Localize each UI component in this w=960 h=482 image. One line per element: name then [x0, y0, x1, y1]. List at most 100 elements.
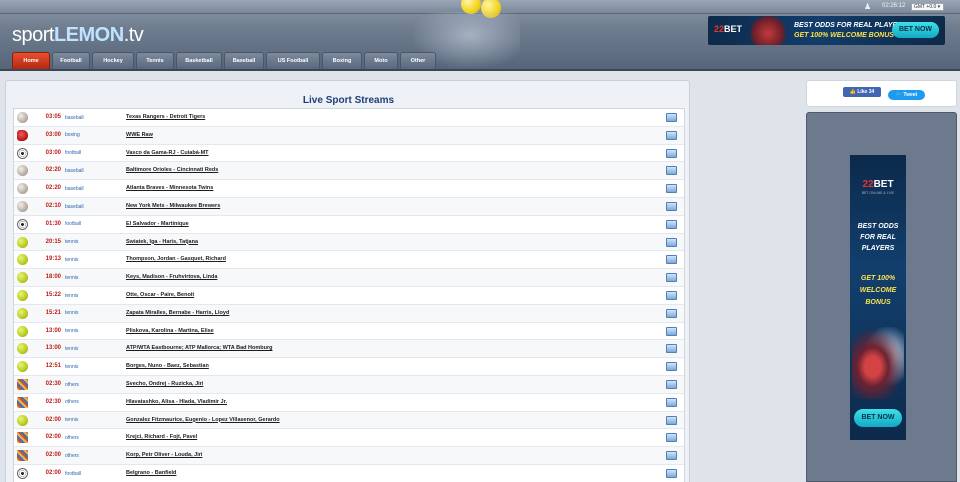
banner-bet-now-button[interactable]: BET NOW: [892, 22, 939, 38]
watch-stream-icon[interactable]: [666, 273, 677, 283]
stream-row[interactable]: 02:00 tennis Gonzalez Fitzmaurice, Eugenio…: [14, 411, 684, 430]
banner-logo-text: BET: [724, 24, 743, 34]
stream-event-link[interactable]: Borges, Nuno - Baez, Sebastian: [126, 363, 209, 369]
stream-event-link[interactable]: Texas Rangers - Detroit Tigers: [126, 114, 205, 120]
watch-stream-icon[interactable]: [666, 148, 677, 158]
stream-event-link[interactable]: Baltimore Orioles - Cincinnati Reds: [126, 167, 218, 173]
watch-stream-icon[interactable]: [666, 451, 677, 461]
watch-stream-icon[interactable]: [666, 433, 677, 443]
stream-time: 02:00: [45, 470, 61, 476]
watch-stream-icon[interactable]: [666, 184, 677, 194]
watch-stream-icon[interactable]: [666, 415, 677, 425]
stream-row[interactable]: 13:00 tennis ATP/WTA Eastbourne; ATP Mallo…: [14, 340, 684, 359]
stream-event-link[interactable]: Atlanta Braves - Minnesota Twins: [126, 185, 213, 191]
stream-row[interactable]: 03:00 boxing WWE Raw: [14, 126, 684, 145]
stream-list: 03:05 baseball Texas Rangers - Detroit Tig…: [13, 108, 685, 482]
stream-event-link[interactable]: Korp, Petr Oliver - Louda, Jiri: [126, 452, 202, 458]
stream-time: 02:00: [45, 452, 61, 459]
stream-event-link[interactable]: Thompson, Jordan - Gasquet, Richard: [126, 256, 226, 262]
stream-event-link[interactable]: Otte, Oscar - Paire, Benoit: [126, 292, 194, 298]
side-banner-bet-now-button[interactable]: BET NOW: [854, 409, 902, 427]
watch-stream-icon[interactable]: [666, 469, 677, 478]
stream-row[interactable]: 15:22 tennis Otte, Oscar - Paire, Benoit: [14, 287, 684, 305]
nav-tab-hockey[interactable]: Hockey: [92, 52, 134, 69]
stream-event-link[interactable]: Pliskova, Karolina - Martina, Elise: [126, 328, 214, 334]
stream-event-link[interactable]: Svecho, Ondrej - Ruzicka, Jiri: [126, 381, 203, 387]
watch-stream-icon[interactable]: [666, 202, 677, 211]
stream-time: 02:30: [45, 398, 61, 405]
watch-stream-icon[interactable]: [666, 344, 677, 354]
stream-row[interactable]: 12:51 tennis Borges, Nuno - Baez, Sebastia…: [14, 358, 684, 376]
watch-stream-icon[interactable]: [666, 113, 677, 122]
user-icon[interactable]: ♟: [864, 2, 872, 11]
watch-stream-icon[interactable]: [666, 362, 677, 372]
site-logo[interactable]: sportLEMON.tv: [12, 24, 144, 47]
stream-event-link[interactable]: Keys, Madison - Fruhvirtova, Linda: [126, 274, 217, 280]
watch-stream-icon[interactable]: [666, 255, 677, 265]
stream-time: 15:22: [45, 292, 61, 298]
facebook-like-button[interactable]: 👍 Like 34: [843, 87, 881, 97]
stream-event-link[interactable]: Swiatek, Iga - Haris, Tatjana: [126, 239, 198, 245]
nav-tab-home[interactable]: Home: [12, 52, 50, 69]
watch-stream-icon[interactable]: [666, 291, 677, 300]
stream-row[interactable]: 02:00 football Belgrano - Banfield: [14, 465, 684, 482]
tweet-button[interactable]: 🐦 Tweet: [888, 90, 925, 100]
ad-banner-side[interactable]: 22BET BET ONLINE & LIVE BEST ODDS FOR RE…: [850, 155, 906, 440]
nav-tab-moto[interactable]: Moto: [364, 52, 398, 69]
stream-row[interactable]: 02:30 others Svecho, Ondrej - Ruzicka, Jir…: [14, 376, 684, 394]
stream-event-link[interactable]: El Salvador - Martinique: [126, 221, 189, 227]
stream-row[interactable]: 02:00 others Krejci, Richard - Fojt, Pavel: [14, 429, 684, 448]
ad-banner-top[interactable]: 22BET BEST ODDS FOR REAL PLAYERS GET 100…: [708, 16, 945, 45]
watch-stream-icon[interactable]: [666, 380, 677, 389]
banner-logo: 22BET: [714, 24, 742, 34]
watch-stream-icon[interactable]: [666, 166, 677, 176]
stream-row[interactable]: 19:13 tennis Thompson, Jordan - Gasquet, R…: [14, 251, 684, 270]
stream-event-link[interactable]: New York Mets - Milwaukee Brewers: [126, 203, 220, 209]
stream-row[interactable]: 02:10 baseball New York Mets - Milwaukee B…: [14, 198, 684, 216]
clock: 02:26:12: [882, 3, 906, 9]
tennis-icon: [17, 236, 28, 248]
stream-row[interactable]: 02:20 baseball Baltimore Orioles - Cincinn…: [14, 162, 684, 181]
nav-tab-other[interactable]: Other: [400, 52, 436, 69]
watch-stream-icon[interactable]: [666, 130, 677, 140]
side-banner-players-image: [852, 327, 904, 399]
stream-row[interactable]: 13:00 tennis Pliskova, Karolina - Martina,…: [14, 323, 684, 341]
stream-event-link[interactable]: Hlavatashko, Alisa - Hlada, Vladimir Jr.: [126, 399, 227, 405]
stream-event-link[interactable]: Zapata Miralles, Bernabe - Harris, Lloyd: [126, 310, 229, 316]
nav-tab-us-football[interactable]: US Football: [266, 52, 320, 69]
tennis-icon: [17, 290, 28, 301]
stream-row[interactable]: 02:00 others Korp, Petr Oliver - Louda, Ji…: [14, 447, 684, 465]
stream-row[interactable]: 20:15 tennis Swiatek, Iga - Haris, Tatjana: [14, 233, 684, 252]
nav-tab-boxing[interactable]: Boxing: [322, 52, 362, 69]
side-banner-tagline: BET ONLINE & LIVE: [861, 191, 895, 195]
watch-stream-icon[interactable]: [666, 237, 677, 247]
stream-event-link[interactable]: ATP/WTA Eastbourne; ATP Mallorca; WTA Ba…: [126, 345, 272, 351]
tennis-icon: [17, 272, 28, 284]
stream-time: 01:30: [45, 220, 61, 227]
site-header: ♟ 02:26:12 GMT +0.0 ▾ sportLEMON.tv 22BE…: [0, 0, 960, 71]
stream-row[interactable]: 15:21 tennis Zapata Miralles, Bernabe - Ha…: [14, 304, 684, 323]
watch-stream-icon[interactable]: [666, 308, 677, 318]
nav-tab-baseball[interactable]: Baseball: [224, 52, 264, 69]
watch-stream-icon[interactable]: [666, 219, 677, 229]
stream-row[interactable]: 03:00 football Vasco da Gama-RJ - Cuiabá-M…: [14, 145, 684, 163]
stream-event-link[interactable]: Vasco da Gama-RJ - Cuiabá-MT: [126, 150, 209, 156]
nav-tab-football[interactable]: Football: [52, 52, 90, 69]
stream-event-link[interactable]: Gonzalez Fitzmaurice, Eugenio - Lopez Vi…: [126, 417, 280, 423]
watch-stream-icon[interactable]: [666, 397, 677, 407]
logo-part-sport: sport: [12, 24, 54, 46]
stream-sport: tennis: [65, 417, 79, 424]
nav-tab-tennis[interactable]: Tennis: [136, 52, 174, 69]
watch-stream-icon[interactable]: [666, 326, 677, 336]
stream-event-link[interactable]: Krejci, Richard - Fojt, Pavel: [126, 434, 197, 440]
stream-row[interactable]: 02:30 others Hlavatashko, Alisa - Hlada, V…: [14, 394, 684, 412]
stream-row[interactable]: 02:20 baseball Atlanta Braves - Minnesota …: [14, 180, 684, 198]
stream-row[interactable]: 03:05 baseball Texas Rangers - Detroit Tig…: [14, 109, 684, 127]
stream-row[interactable]: 01:30 football El Salvador - Martinique: [14, 216, 684, 234]
stream-event-link[interactable]: Belgrano - Banfield: [126, 470, 176, 476]
banner-bonus-text: GET 100% WELCOME BONUS: [794, 32, 894, 39]
stream-event-link[interactable]: WWE Raw: [126, 132, 153, 138]
nav-tab-basketball[interactable]: Basketball: [176, 52, 222, 69]
stream-row[interactable]: 18:00 tennis Keys, Madison - Fruhvirtova, …: [14, 269, 684, 287]
timezone-select[interactable]: GMT +0.0 ▾: [911, 3, 944, 11]
